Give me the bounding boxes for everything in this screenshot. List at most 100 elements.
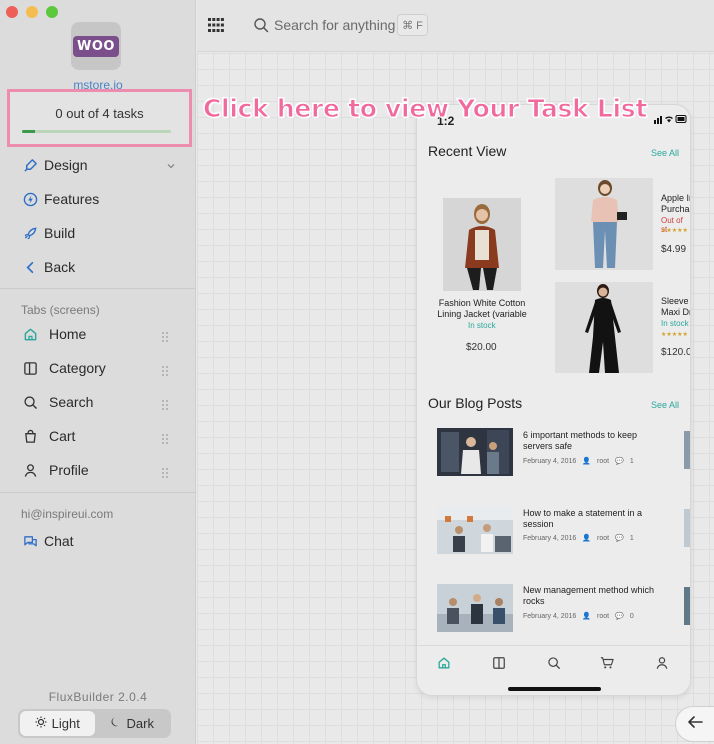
recent-view-title: Recent View — [428, 143, 507, 159]
woo-logo: WOO — [73, 35, 119, 57]
drag-handle-icon[interactable] — [162, 363, 168, 376]
task-list-callout: Click here to view Your Task List — [203, 94, 648, 124]
search-icon — [253, 17, 269, 38]
home-indicator — [508, 687, 601, 691]
drag-handle-icon[interactable] — [162, 465, 168, 478]
light-theme-label: Light — [51, 716, 80, 731]
comment-icon: 💬 — [615, 613, 624, 620]
blog-post-title[interactable]: 6 important methods to keep servers safe — [523, 430, 658, 452]
blog-post-comments: 1 — [629, 534, 634, 542]
product-image[interactable] — [443, 198, 521, 291]
phone-tab-bar — [417, 645, 690, 681]
home-icon — [22, 326, 38, 342]
blog-post-comments: 1 — [629, 457, 634, 465]
tabs-section-label: Tabs (screens) — [21, 303, 100, 317]
blog-post-image-partial — [684, 587, 690, 625]
tab-item-cart[interactable]: Cart — [0, 419, 196, 453]
comment-icon: 💬 — [615, 458, 624, 465]
blog-post-title[interactable]: New management method which rocks — [523, 585, 658, 607]
chat-button[interactable]: Chat — [0, 524, 196, 558]
chat-label: Chat — [44, 533, 74, 549]
global-search-input[interactable]: Search for anything — [274, 17, 395, 33]
nav-item-label: Back — [44, 259, 76, 275]
search-icon — [22, 394, 38, 410]
search-icon[interactable] — [547, 656, 561, 670]
tab-item-home[interactable]: Home — [0, 317, 196, 351]
tabs-list: Home Category Search Cart Profile — [0, 317, 196, 487]
author-icon: 👤 — [582, 613, 592, 620]
store-logo[interactable]: WOO — [71, 22, 121, 70]
product-name[interactable]: Sleeve L Maxi Dr — [661, 296, 690, 318]
drag-handle-icon[interactable] — [162, 431, 168, 444]
nav-item-features[interactable]: Features — [0, 182, 196, 216]
nav-item-build[interactable]: Build — [0, 216, 196, 250]
blog-post-author: root — [597, 534, 610, 542]
rating-stars: ★★★★★ — [661, 332, 688, 338]
task-list-button[interactable]: 0 out of 4 tasks — [7, 89, 192, 147]
minimize-window-button[interactable] — [26, 6, 38, 18]
top-bar: Search for anything ⌘ F — [197, 0, 714, 52]
tab-item-label: Cart — [49, 428, 76, 444]
home-icon[interactable] — [437, 656, 451, 670]
back-button[interactable] — [675, 706, 714, 742]
profile-icon[interactable] — [655, 656, 669, 670]
product-price: $120.0 — [661, 347, 691, 358]
blog-post-image[interactable] — [437, 506, 513, 554]
product-image[interactable] — [555, 178, 653, 270]
task-progress-bar — [22, 130, 171, 133]
tab-item-profile[interactable]: Profile — [0, 453, 196, 487]
category-icon — [22, 360, 38, 376]
recent-view-see-all-link[interactable]: See All — [651, 148, 679, 158]
blog-post-meta: February 4, 2016 👤 root 💬 1 — [523, 457, 634, 466]
maximize-window-button[interactable] — [46, 6, 58, 18]
blog-post-date: February 4, 2016 — [523, 612, 577, 620]
close-window-button[interactable] — [6, 6, 18, 18]
theme-toggle: Light Dark — [18, 709, 171, 738]
blog-post-image[interactable] — [437, 584, 513, 632]
rocket-icon — [22, 225, 38, 241]
blog-post-title[interactable]: How to make a statement in a session — [523, 508, 658, 530]
cart-icon[interactable] — [600, 656, 614, 670]
sidebar-divider — [0, 288, 196, 289]
category-icon[interactable] — [492, 656, 506, 670]
nav-item-back[interactable]: Back — [0, 250, 196, 284]
drag-handle-icon[interactable] — [162, 329, 168, 342]
tab-item-search[interactable]: Search — [0, 385, 196, 419]
blog-post-image[interactable] — [437, 428, 513, 476]
drag-handle-icon[interactable] — [162, 397, 168, 410]
brush-icon — [22, 157, 38, 173]
app-version: FluxBuilder 2.0.4 — [48, 690, 148, 704]
contact-email[interactable]: hi@inspireui.com — [21, 507, 113, 521]
status-icons — [654, 114, 688, 127]
tab-item-label: Profile — [49, 462, 89, 478]
comment-icon: 💬 — [615, 535, 624, 542]
profile-icon — [22, 462, 38, 478]
product-price: $4.99 — [661, 244, 687, 255]
phone-preview[interactable]: 1:2 Recent View See All Fashion White Co… — [416, 104, 691, 696]
sidebar: WOO mstore.io 0 out of 4 tasks Design Fe… — [0, 0, 196, 744]
blog-see-all-link[interactable]: See All — [651, 400, 679, 410]
apps-grid-icon[interactable] — [208, 18, 224, 32]
tab-item-label: Category — [49, 360, 106, 376]
author-icon: 👤 — [582, 535, 592, 542]
light-theme-button[interactable]: Light — [20, 711, 95, 736]
product-name[interactable]: Fashion White Cotton Lining Jacket (vari… — [434, 298, 530, 320]
blog-post-comments: 0 — [629, 612, 634, 620]
window-controls — [6, 6, 58, 18]
blog-section-title: Our Blog Posts — [428, 395, 523, 411]
product-name[interactable]: Apple In Purchas — [661, 193, 690, 215]
nav-item-label: Design — [44, 157, 88, 173]
nav-item-design[interactable]: Design — [0, 148, 196, 182]
contact-nav: Chat — [0, 524, 196, 558]
blog-post-image-partial — [684, 431, 690, 469]
bolt-icon — [22, 191, 38, 207]
main-nav: Design Features Build Back — [0, 148, 196, 284]
dark-theme-button[interactable]: Dark — [95, 711, 170, 736]
blog-post-date: February 4, 2016 — [523, 534, 577, 542]
rating-stars: ★★★★★ — [661, 228, 688, 234]
tab-item-category[interactable]: Category — [0, 351, 196, 385]
blog-post-author: root — [597, 612, 610, 620]
product-image[interactable] — [555, 282, 653, 373]
chevron-left-icon — [22, 259, 38, 275]
nav-item-label: Build — [44, 225, 76, 241]
